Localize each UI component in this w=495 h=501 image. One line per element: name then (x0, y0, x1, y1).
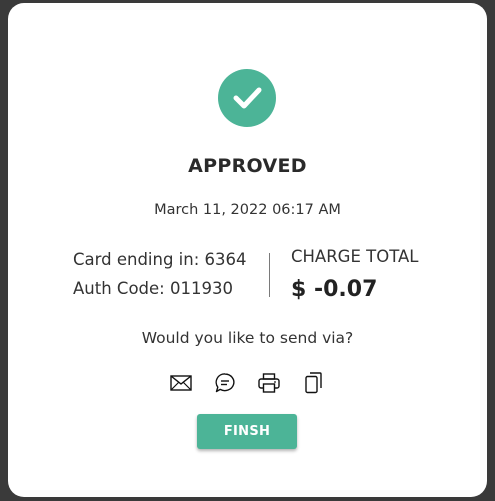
check-circle-icon (218, 69, 276, 127)
approval-dialog: APPROVED March 11, 2022 06:17 AM Card en… (8, 3, 487, 497)
sms-icon[interactable] (212, 370, 238, 396)
send-via-prompt: Would you like to send via? (141, 329, 354, 347)
auth-code-text: Auth Code: 011930 (73, 279, 233, 298)
charge-total-label: CHARGE TOTAL (291, 247, 419, 266)
divider (269, 253, 270, 297)
finish-button[interactable]: FINSH (197, 414, 297, 449)
card-ending-text: Card ending in: 6364 (73, 250, 247, 269)
charge-total-value: $ -0.07 (291, 277, 378, 302)
copy-icon[interactable] (300, 370, 326, 396)
transaction-datetime: March 11, 2022 06:17 AM (154, 202, 341, 218)
status-title: APPROVED (188, 155, 307, 177)
email-icon[interactable] (168, 370, 194, 396)
print-icon[interactable] (256, 370, 282, 396)
